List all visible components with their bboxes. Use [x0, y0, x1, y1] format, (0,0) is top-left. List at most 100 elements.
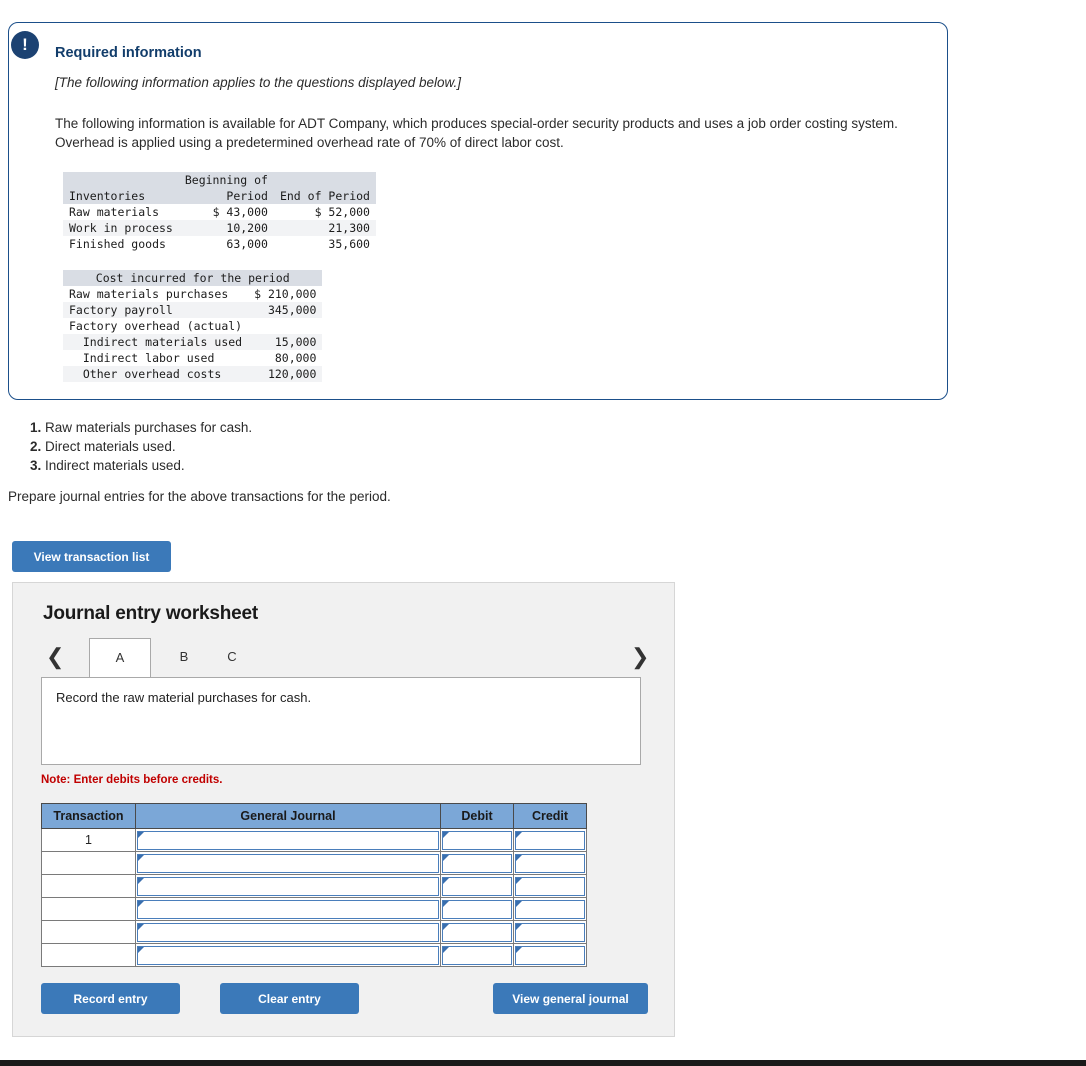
credit-input[interactable]: [515, 922, 585, 942]
row-amount: [248, 318, 322, 334]
cell-debit[interactable]: [440, 943, 514, 967]
row-amount: 80,000: [274, 351, 317, 365]
cell-transaction: [41, 897, 136, 921]
cell-transaction: [41, 851, 136, 875]
table-header-row: Transaction General Journal Debit Credit: [41, 803, 587, 829]
prepare-instruction: Prepare journal entries for the above tr…: [8, 489, 391, 504]
row-label: Factory payroll: [69, 303, 173, 317]
column-header-general-journal: General Journal: [135, 803, 441, 829]
table-row: Work in process 10,200 21,300: [63, 220, 376, 236]
debit-input[interactable]: [442, 899, 512, 919]
credit-input[interactable]: [515, 830, 585, 850]
debit-input[interactable]: [442, 853, 512, 873]
bottom-divider: [0, 1060, 1086, 1066]
cell-general-journal[interactable]: [135, 874, 441, 898]
cost-table-title-row: Cost incurred for the period: [63, 270, 323, 286]
table-row: 1: [41, 828, 587, 852]
general-journal-input[interactable]: [137, 876, 439, 896]
row-beginning: 63,000: [226, 237, 268, 251]
table-row: Factory overhead (actual): [63, 318, 322, 334]
view-transaction-list-button[interactable]: View transaction list: [12, 541, 171, 572]
table-row: Raw materials purchases $ 210,000: [63, 286, 322, 302]
cell-general-journal[interactable]: [135, 897, 441, 921]
cell-credit[interactable]: [513, 920, 587, 944]
cell-transaction: [41, 874, 136, 898]
debit-input[interactable]: [442, 830, 512, 850]
tab-c[interactable]: C: [209, 638, 255, 677]
row-label: Raw materials: [69, 205, 160, 219]
required-information-subtitle: [The following information applies to th…: [55, 75, 461, 90]
debit-input[interactable]: [442, 922, 512, 942]
list-item: 1. Raw materials purchases for cash.: [30, 418, 252, 437]
page-root: ! Required information [The following in…: [0, 0, 1086, 1066]
credit-input[interactable]: [515, 853, 585, 873]
cell-transaction: [41, 920, 136, 944]
row-label: Indirect materials used: [69, 335, 243, 349]
cell-debit[interactable]: [440, 851, 514, 875]
inventories-header-row-1: Beginning of: [63, 172, 376, 188]
worksheet-prompt-box: Record the raw material purchases for ca…: [41, 677, 641, 765]
column-header-credit: Credit: [513, 803, 587, 829]
inventories-col-label: Inventories: [63, 188, 179, 204]
cell-debit[interactable]: [440, 874, 514, 898]
list-item-label: Raw materials purchases for cash.: [45, 420, 253, 435]
journal-entry-worksheet-panel: Journal entry worksheet ❮ A B C ❯ Record…: [12, 582, 675, 1037]
row-label: Indirect labor used: [69, 351, 215, 365]
cell-credit[interactable]: [513, 943, 587, 967]
cell-debit[interactable]: [440, 897, 514, 921]
cell-credit[interactable]: [513, 828, 587, 852]
list-item-label: Indirect materials used.: [45, 458, 185, 473]
table-row: [41, 874, 587, 898]
cell-transaction: 1: [41, 828, 136, 852]
table-row: Raw materials $ 43,000 $ 52,000: [63, 204, 376, 220]
list-item: 3. Indirect materials used.: [30, 456, 252, 475]
cell-credit[interactable]: [513, 874, 587, 898]
view-general-journal-button[interactable]: View general journal: [493, 983, 648, 1014]
row-label: Raw materials purchases: [69, 287, 229, 301]
required-information-card: ! Required information [The following in…: [8, 22, 948, 400]
cost-table-title: Cost incurred for the period: [63, 270, 323, 286]
required-information-body: Required information [The following info…: [9, 23, 947, 382]
row-end: 35,600: [328, 237, 370, 251]
row-label: Other overhead costs: [69, 367, 222, 381]
cell-credit[interactable]: [513, 851, 587, 875]
clear-entry-button[interactable]: Clear entry: [220, 983, 359, 1014]
question-list: 1. Raw materials purchases for cash. 2. …: [30, 418, 252, 475]
chevron-right-icon[interactable]: ❯: [631, 642, 649, 672]
cell-general-journal[interactable]: [135, 828, 441, 852]
debit-input[interactable]: [442, 945, 512, 965]
general-journal-table: Transaction General Journal Debit Credit…: [41, 803, 587, 967]
debit-input[interactable]: [442, 876, 512, 896]
cell-debit[interactable]: [440, 920, 514, 944]
general-journal-input[interactable]: [137, 922, 439, 942]
inventories-header-row-2: Inventories Period End of Period: [63, 188, 376, 204]
record-entry-button[interactable]: Record entry: [41, 983, 180, 1014]
credit-input[interactable]: [515, 876, 585, 896]
general-journal-input[interactable]: [137, 853, 439, 873]
inventories-col-end: End of Period: [273, 188, 376, 204]
cell-credit[interactable]: [513, 897, 587, 921]
inventories-table: Beginning of Inventories Period End of P…: [63, 172, 376, 252]
tab-a[interactable]: A: [89, 638, 151, 677]
tab-b-label: B: [179, 649, 189, 664]
table-row: [41, 851, 587, 875]
cell-general-journal[interactable]: [135, 851, 441, 875]
table-row: [41, 943, 587, 967]
credit-input[interactable]: [515, 945, 585, 965]
cell-debit[interactable]: [440, 828, 514, 852]
list-item-number: 3.: [30, 458, 42, 473]
row-beginning: $ 43,000: [212, 205, 268, 219]
general-journal-input[interactable]: [137, 945, 439, 965]
tab-b[interactable]: B: [161, 638, 207, 677]
cell-general-journal[interactable]: [135, 943, 441, 967]
credit-input[interactable]: [515, 899, 585, 919]
list-item: 2. Direct materials used.: [30, 437, 252, 456]
row-label: Finished goods: [69, 237, 166, 251]
inventories-col-beginning: Period: [178, 188, 274, 204]
list-item-number: 1.: [30, 420, 42, 435]
cell-general-journal[interactable]: [135, 920, 441, 944]
general-journal-input[interactable]: [137, 899, 439, 919]
general-journal-input[interactable]: [137, 830, 439, 850]
column-header-transaction: Transaction: [41, 803, 136, 829]
chevron-left-icon[interactable]: ❮: [46, 642, 64, 672]
